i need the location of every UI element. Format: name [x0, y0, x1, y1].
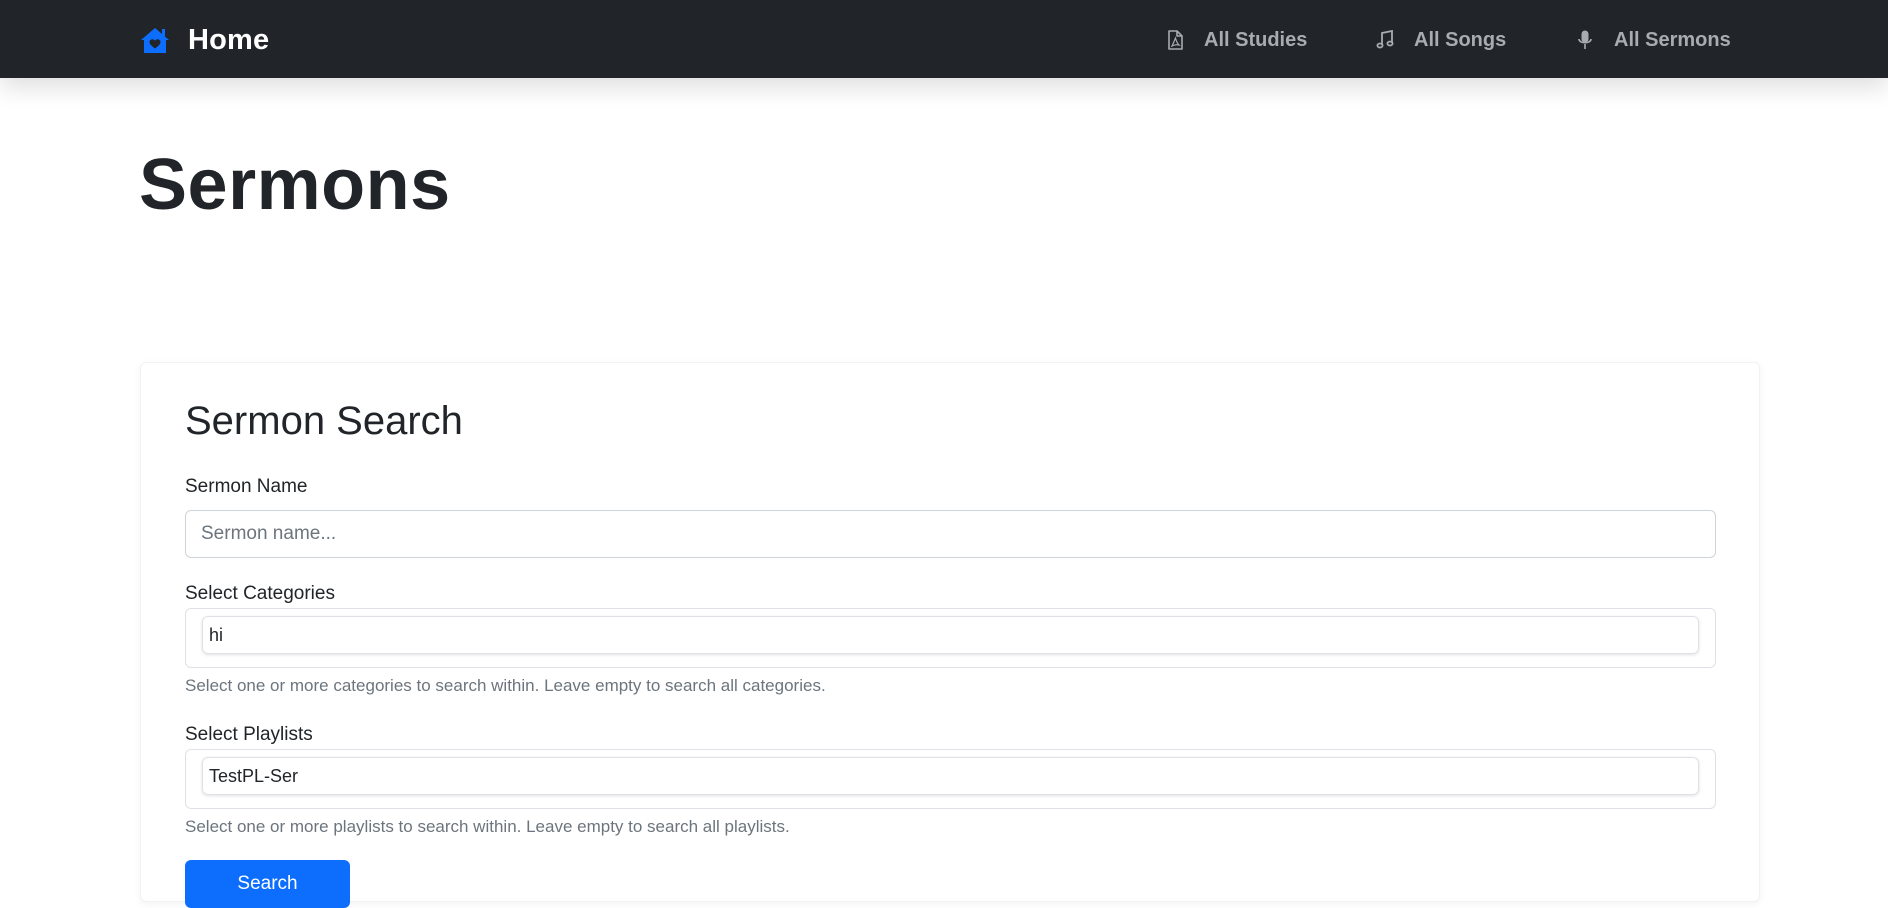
playlists-select[interactable]: TestPL-Ser — [185, 749, 1716, 809]
page-title: Sermons — [139, 145, 451, 225]
top-navbar: Home All Studies All Songs All Sermons — [0, 0, 1888, 78]
nav-all-studies-label: All Studies — [1204, 28, 1308, 51]
nav-all-songs-label: All Songs — [1414, 28, 1507, 51]
brand-label: Home — [188, 23, 270, 56]
search-button[interactable]: Search — [185, 860, 350, 908]
music-note-icon — [1376, 29, 1394, 49]
nav-all-sermons[interactable]: All Sermons — [1574, 25, 1731, 55]
sermon-name-label: Sermon Name — [185, 476, 308, 497]
categories-select[interactable]: hi — [185, 608, 1716, 668]
playlists-label: Select Playlists — [185, 724, 313, 745]
categories-help-text: Select one or more categories to search … — [185, 676, 826, 695]
nav-all-studies[interactable]: All Studies — [1164, 25, 1307, 55]
microphone-icon — [1578, 30, 1592, 49]
categories-label: Select Categories — [185, 583, 335, 604]
selected-playlist[interactable]: TestPL-Ser — [202, 757, 1699, 795]
sermon-name-input[interactable] — [185, 510, 1716, 558]
card-title: Sermon Search — [185, 399, 463, 443]
nav-all-songs[interactable]: All Songs — [1374, 25, 1506, 55]
sermon-search-card: Sermon Search Sermon Name Select Categor… — [140, 362, 1760, 908]
selected-category[interactable]: hi — [202, 616, 1699, 654]
home-icon — [141, 28, 169, 53]
home-link[interactable]: Home — [140, 22, 269, 58]
playlists-help-text: Select one or more playlists to search w… — [185, 817, 790, 836]
nav-all-sermons-label: All Sermons — [1614, 28, 1731, 51]
pdf-file-icon — [1168, 30, 1183, 50]
